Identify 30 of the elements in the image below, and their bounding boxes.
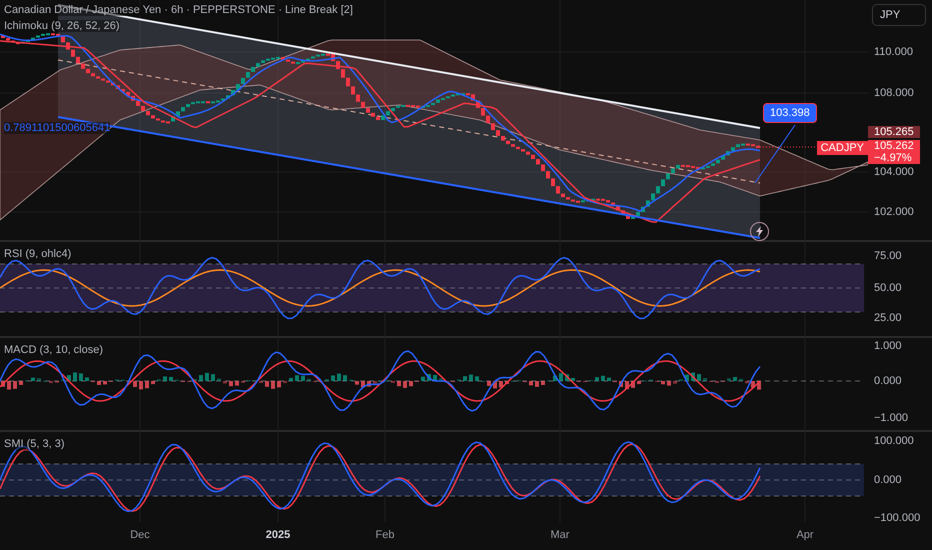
time-label: 2025 [266, 529, 290, 541]
value-tick: −100.000 [874, 512, 920, 524]
time-label: Feb [376, 529, 394, 541]
indicator-label: SMI (5, 3, 3) [4, 438, 65, 450]
value-tick: 50.00 [874, 282, 902, 294]
time-label: Mar [550, 529, 570, 541]
indicator-label: Ichimoku (9, 26, 52, 26) [4, 20, 120, 32]
time-label: Apr [796, 529, 814, 541]
value-tick: 25.00 [874, 312, 902, 324]
value-tick: 0.000 [874, 474, 902, 486]
value-tick: 1.000 [874, 340, 902, 352]
price-tag: 105.265 [868, 126, 920, 138]
symbol-tag: CADJPY [816, 141, 868, 155]
indicator-label: RSI (9, ohlc4) [4, 248, 72, 260]
indicator-label: MACD (3, 10, close) [4, 344, 104, 356]
last-price: 105.262 [874, 140, 914, 152]
channel-value: 0.7891101500605641 [4, 122, 110, 134]
price-tick: 110.000 [874, 46, 913, 58]
time-label: Dec [130, 529, 150, 541]
value-tick: 100.000 [874, 435, 914, 447]
value-tick: 0.000 [874, 375, 902, 387]
value-tick: 75.00 [874, 250, 902, 262]
price-callout: 103.398 [763, 103, 817, 123]
price-change: −4.97% [874, 152, 912, 164]
price-tick: 108.000 [874, 87, 914, 99]
chart-title: Canadian Dollar / Japanese Yen · 6h · PEPPERSTONE · Line Break [2] [4, 4, 353, 16]
price-tick: 104.000 [874, 166, 914, 178]
value-tick: −1.000 [874, 412, 908, 424]
currency-button[interactable]: JPY [872, 4, 926, 26]
price-tick: 102.000 [874, 206, 914, 218]
